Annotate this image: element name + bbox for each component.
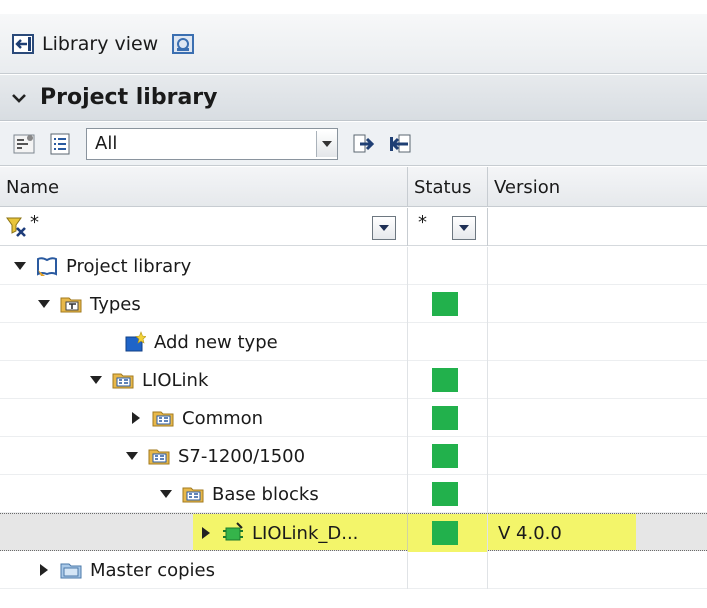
name-filter-dropdown-icon[interactable] [372,216,396,240]
library-view-icon[interactable] [12,33,34,55]
group-folder-icon [152,411,174,427]
version-cell [487,399,707,437]
master-copies-folder-icon [60,563,82,579]
library-view-bar: Library view [0,14,707,74]
status-cell [407,361,488,399]
tree-row-master-copies[interactable]: Master copies [0,551,707,589]
version-cell [487,285,707,323]
collapsed-arrow-icon[interactable] [128,410,144,426]
version-cell [487,437,707,475]
expanded-arrow-icon[interactable] [88,372,104,388]
column-name-label: Name [6,176,60,198]
version-text: V 4.0.0 [498,522,562,544]
collapsed-arrow-icon[interactable] [36,562,52,578]
add-type-icon [125,331,146,352]
tree-label: LIOLink_D... [252,522,359,544]
tree-label: S7-1200/1500 [178,445,306,467]
status-cell [407,475,488,513]
status-cell [407,285,488,323]
tree-row-types[interactable]: Types [0,285,707,323]
status-cell [407,514,488,552]
version-cell [487,551,707,589]
column-status-label: Status [414,176,472,198]
project-library-icon [37,257,57,276]
function-block-icon [223,522,243,541]
project-library-header[interactable]: Project library [0,75,707,121]
version-cell: V 4.0.0 [487,514,707,552]
expanded-arrow-icon[interactable] [158,486,174,502]
types-folder-icon [60,297,82,313]
tree-row-add-new-type[interactable]: Add new type [0,323,707,361]
library-tree-icon[interactable] [10,130,38,158]
column-header-version[interactable]: Version [487,167,707,207]
import-icon[interactable] [386,130,414,158]
tree-label: Master copies [90,559,215,581]
expanded-arrow-icon[interactable] [124,448,140,464]
type-filter-value: All [95,133,118,154]
status-divider [407,208,408,246]
filter-clear-icon[interactable] [6,216,28,238]
list-view-icon[interactable] [46,130,74,158]
status-ok-indicator [432,482,458,506]
tree-label: Types [90,293,141,315]
group-folder-icon [182,487,204,503]
top-strip [0,0,707,14]
tree-row-s7-1200-1500[interactable]: S7-1200/1500 [0,437,707,475]
tree-label: Common [182,407,264,429]
expand-chevron-icon[interactable] [10,89,28,107]
version-cell [487,247,707,285]
tree-label: Base blocks [212,483,319,505]
status-cell [407,551,488,589]
status-ok-indicator [432,406,458,430]
status-filter-text[interactable]: * [418,212,427,233]
dropdown-arrow-icon[interactable] [316,130,337,157]
tree-row-common[interactable]: Common [0,399,707,437]
tree-row-liolink-d[interactable]: LIOLink_D... V 4.0.0 [0,513,707,552]
tree-label: Add new type [154,331,278,353]
status-ok-indicator [432,521,458,545]
project-library-title: Project library [40,85,218,110]
column-version-label: Version [494,176,561,198]
column-headers: Name Status Version [0,167,707,207]
export-icon[interactable] [350,130,378,158]
column-header-status[interactable]: Status [407,167,487,207]
library-help-icon[interactable] [172,33,195,55]
status-cell [407,323,488,361]
status-ok-indicator [432,444,458,468]
tree-row-base-blocks[interactable]: Base blocks [0,475,707,513]
version-cell [487,323,707,361]
status-cell [407,399,488,437]
expanded-arrow-icon[interactable] [12,258,28,274]
version-divider [487,208,488,246]
type-filter-select[interactable]: All [86,127,338,160]
status-ok-indicator [432,368,458,392]
column-header-name[interactable]: Name [6,167,406,207]
tree-label: LIOLink [142,369,209,391]
group-folder-icon [148,449,170,465]
status-cell [407,437,488,475]
status-cell [407,247,488,285]
tree-row-liolink[interactable]: LIOLink [0,361,707,399]
status-filter-dropdown-icon[interactable] [452,216,476,240]
tree-label: Project library [66,255,192,277]
status-ok-indicator [432,292,458,316]
version-cell [487,361,707,399]
library-view-label[interactable]: Library view [42,33,158,55]
filter-row: * * [0,208,707,246]
collapsed-arrow-icon[interactable] [198,525,214,541]
expanded-arrow-icon[interactable] [36,296,52,312]
name-filter-text[interactable]: * [30,212,39,233]
version-cell [487,475,707,513]
tree-row-project-library[interactable]: Project library [0,247,707,285]
library-toolbar: All [0,122,707,166]
group-folder-icon [112,373,134,389]
